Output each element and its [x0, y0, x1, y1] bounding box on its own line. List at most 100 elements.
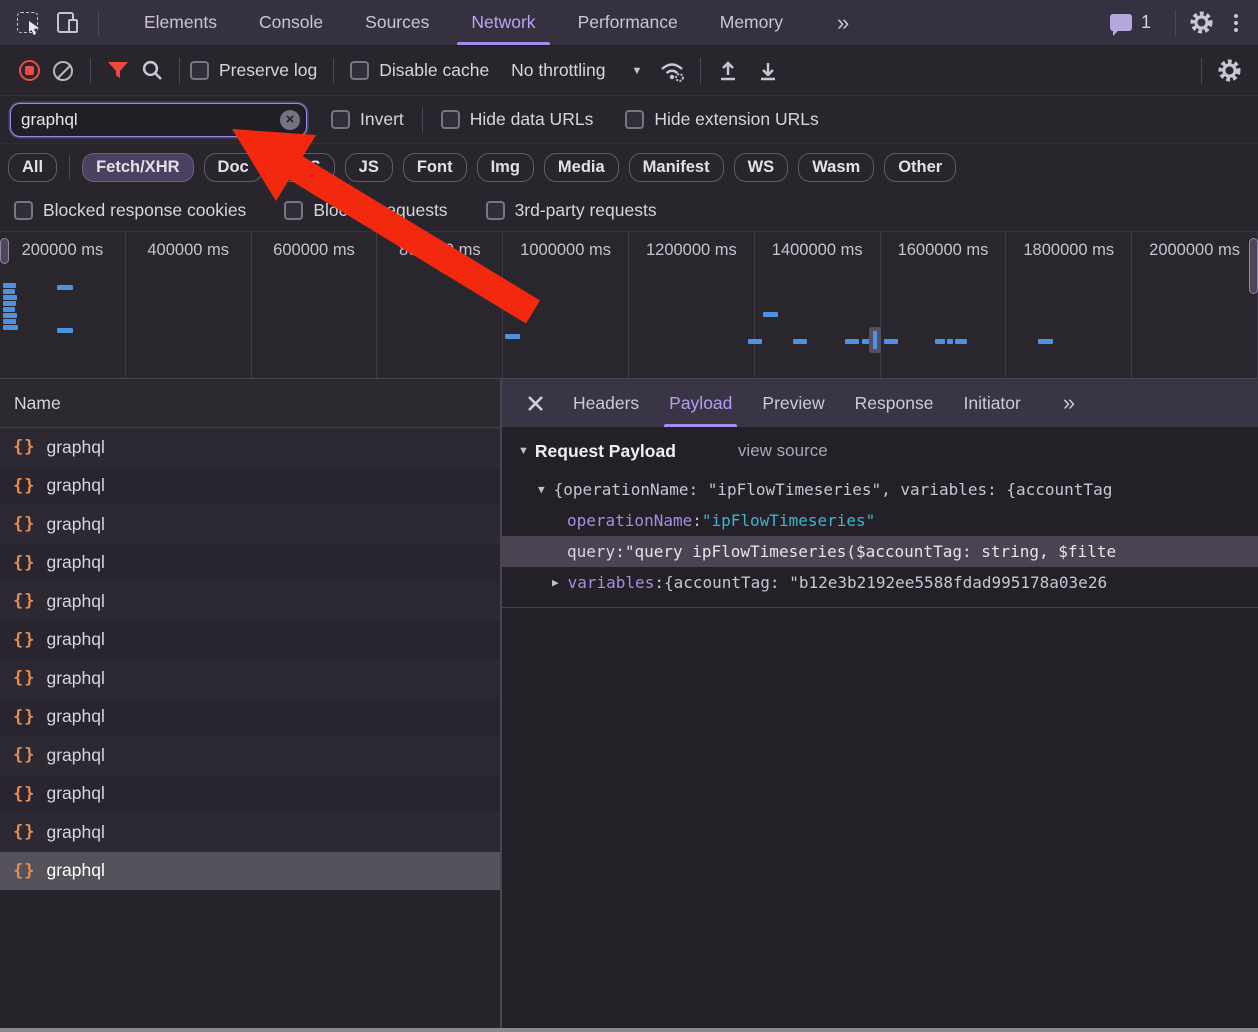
disable-cache-toggle[interactable]: Disable cache [350, 60, 489, 81]
chip-media[interactable]: Media [543, 152, 619, 182]
blocked-requests-checkbox[interactable] [284, 201, 304, 220]
request-row[interactable]: {} graphql [0, 466, 500, 505]
tab-network[interactable]: Network [450, 0, 556, 45]
device-toolbar-icon[interactable] [50, 8, 80, 38]
chip-doc[interactable]: Doc [203, 152, 263, 182]
detail-tab-payload[interactable]: Payload [654, 379, 747, 427]
payload-key: variables [567, 573, 655, 592]
chip-font[interactable]: Font [402, 152, 467, 182]
overview-left-handle[interactable] [0, 238, 9, 264]
issues-counter[interactable]: 1 [1109, 12, 1151, 36]
request-row[interactable]: {} graphql [0, 620, 500, 659]
view-source-link[interactable]: view source [738, 441, 828, 461]
request-row[interactable]: {} graphql [0, 659, 500, 698]
tab-performance[interactable]: Performance [557, 0, 699, 45]
inspect-cursor-icon [16, 12, 39, 35]
disable-cache-checkbox[interactable] [350, 61, 370, 80]
filter-input[interactable] [10, 102, 307, 137]
invert-toggle[interactable]: Invert [331, 109, 404, 130]
request-row[interactable]: {} graphql [0, 505, 500, 544]
collapsed-triangle-icon[interactable]: ▶ [552, 576, 559, 589]
request-timing-bar [955, 339, 967, 344]
blocked-response-cookies-checkbox[interactable] [14, 201, 33, 220]
more-panels-icon[interactable]: » [804, 0, 882, 45]
preserve-log-toggle[interactable]: Preserve log [190, 60, 317, 81]
kebab-menu-icon[interactable] [1224, 13, 1248, 32]
detail-tab-headers[interactable]: Headers [558, 379, 654, 427]
request-row[interactable]: {} graphql [0, 697, 500, 736]
tab-elements[interactable]: Elements [123, 0, 238, 45]
tab-memory[interactable]: Memory [699, 0, 804, 45]
search-button[interactable] [135, 54, 169, 88]
detail-tab-response[interactable]: Response [840, 379, 949, 427]
divider [1201, 57, 1202, 84]
request-row[interactable]: {} graphql [0, 582, 500, 621]
network-overview-timeline[interactable]: 200000 ms 400000 ms 600000 ms 800000 ms 1000… [0, 232, 1258, 379]
window-bottom-edge [0, 1028, 1258, 1032]
timeline-column: 800000 ms [377, 232, 504, 378]
hide-data-urls-toggle[interactable]: Hide data URLs [440, 109, 593, 130]
timeline-tick-label: 1600000 ms [897, 241, 989, 259]
filter-blocked-requests-toggle[interactable]: Blocked requests [284, 200, 448, 221]
close-details-button[interactable] [518, 386, 552, 420]
tab-sources[interactable]: Sources [344, 0, 450, 45]
detail-tab-initiator[interactable]: Initiator [948, 379, 1035, 427]
filter-3rd-party-requests-toggle[interactable]: 3rd-party requests [485, 200, 657, 221]
payload-query-row[interactable]: query: "query ipFlowTimeseries($accountT… [502, 536, 1258, 567]
hide-data-urls-checkbox[interactable] [440, 110, 460, 129]
marker-line [873, 330, 877, 350]
overview-right-handle[interactable] [1249, 238, 1258, 294]
tab-console[interactable]: Console [238, 0, 344, 45]
request-row[interactable]: {} graphql [0, 736, 500, 775]
request-row[interactable]: {} graphql [0, 774, 500, 813]
chip-img[interactable]: Img [476, 152, 534, 182]
clear-button[interactable] [46, 54, 80, 88]
chip-manifest[interactable]: Manifest [628, 152, 724, 182]
clear-filter-icon[interactable]: × [280, 109, 300, 130]
network-conditions-button[interactable] [656, 54, 690, 88]
request-timing-bar [3, 325, 18, 330]
chip-css[interactable]: CSS [272, 152, 335, 182]
filter-blocked-response-cookies-toggle[interactable]: Blocked response cookies [14, 200, 246, 221]
request-row[interactable]: {} graphql [0, 813, 500, 852]
detail-tab-preview[interactable]: Preview [747, 379, 839, 427]
json-request-icon: {} [13, 591, 36, 612]
request-row[interactable]: {} graphql [0, 428, 500, 467]
chip-other[interactable]: Other [884, 152, 957, 182]
chevron-down-icon: ▼ [631, 64, 643, 77]
payload-variables-row[interactable]: ▶ variables: {accountTag: "b12e3b2192ee5… [502, 567, 1258, 598]
timeline-column: 2000000 ms [1132, 232, 1258, 378]
3rd-party-requests-checkbox[interactable] [485, 201, 505, 220]
message-count: 1 [1140, 12, 1151, 32]
timeline-tick-label: 1000000 ms [520, 241, 611, 259]
inspect-element-icon[interactable] [12, 8, 42, 38]
chip-js[interactable]: JS [344, 152, 393, 182]
request-payload-section[interactable]: ▼ Request Payload view source [502, 428, 1258, 474]
chip-fetch-xhr[interactable]: Fetch/XHR [82, 152, 194, 182]
network-settings-gear-icon[interactable] [1212, 54, 1246, 88]
expand-triangle-icon[interactable]: ▼ [538, 483, 545, 496]
request-name: graphql [46, 475, 105, 496]
json-request-icon: {} [13, 475, 36, 496]
chip-ws[interactable]: WS [733, 152, 789, 182]
record-button[interactable] [12, 54, 46, 88]
payload-root-row[interactable]: ▼ {operationName: "ipFlowTimeseries", va… [502, 474, 1258, 505]
invert-checkbox[interactable] [331, 110, 350, 129]
filter-toggle-button[interactable] [101, 54, 135, 88]
preserve-log-checkbox[interactable] [190, 61, 209, 80]
message-icon [1109, 14, 1132, 36]
hide-extension-urls-toggle[interactable]: Hide extension URLs [625, 109, 819, 130]
chip-all[interactable]: All [8, 152, 58, 182]
export-har-button[interactable] [751, 54, 785, 88]
request-row[interactable]: {} graphql [0, 543, 500, 582]
payload-preview-text: {operationName: "ipFlowTimeseries", vari… [553, 480, 1113, 499]
import-har-button[interactable] [711, 54, 745, 88]
throttling-select[interactable]: No throttling ▼ [511, 60, 642, 81]
request-row[interactable]: {} graphql [0, 851, 500, 890]
more-detail-tabs-icon[interactable]: » [1036, 379, 1102, 427]
hide-extension-urls-checkbox[interactable] [625, 110, 645, 129]
name-column-header[interactable]: Name [0, 379, 500, 428]
chip-wasm[interactable]: Wasm [798, 152, 875, 182]
payload-operation-row[interactable]: operationName: "ipFlowTimeseries" [502, 505, 1258, 536]
settings-gear-icon[interactable] [1186, 8, 1216, 38]
